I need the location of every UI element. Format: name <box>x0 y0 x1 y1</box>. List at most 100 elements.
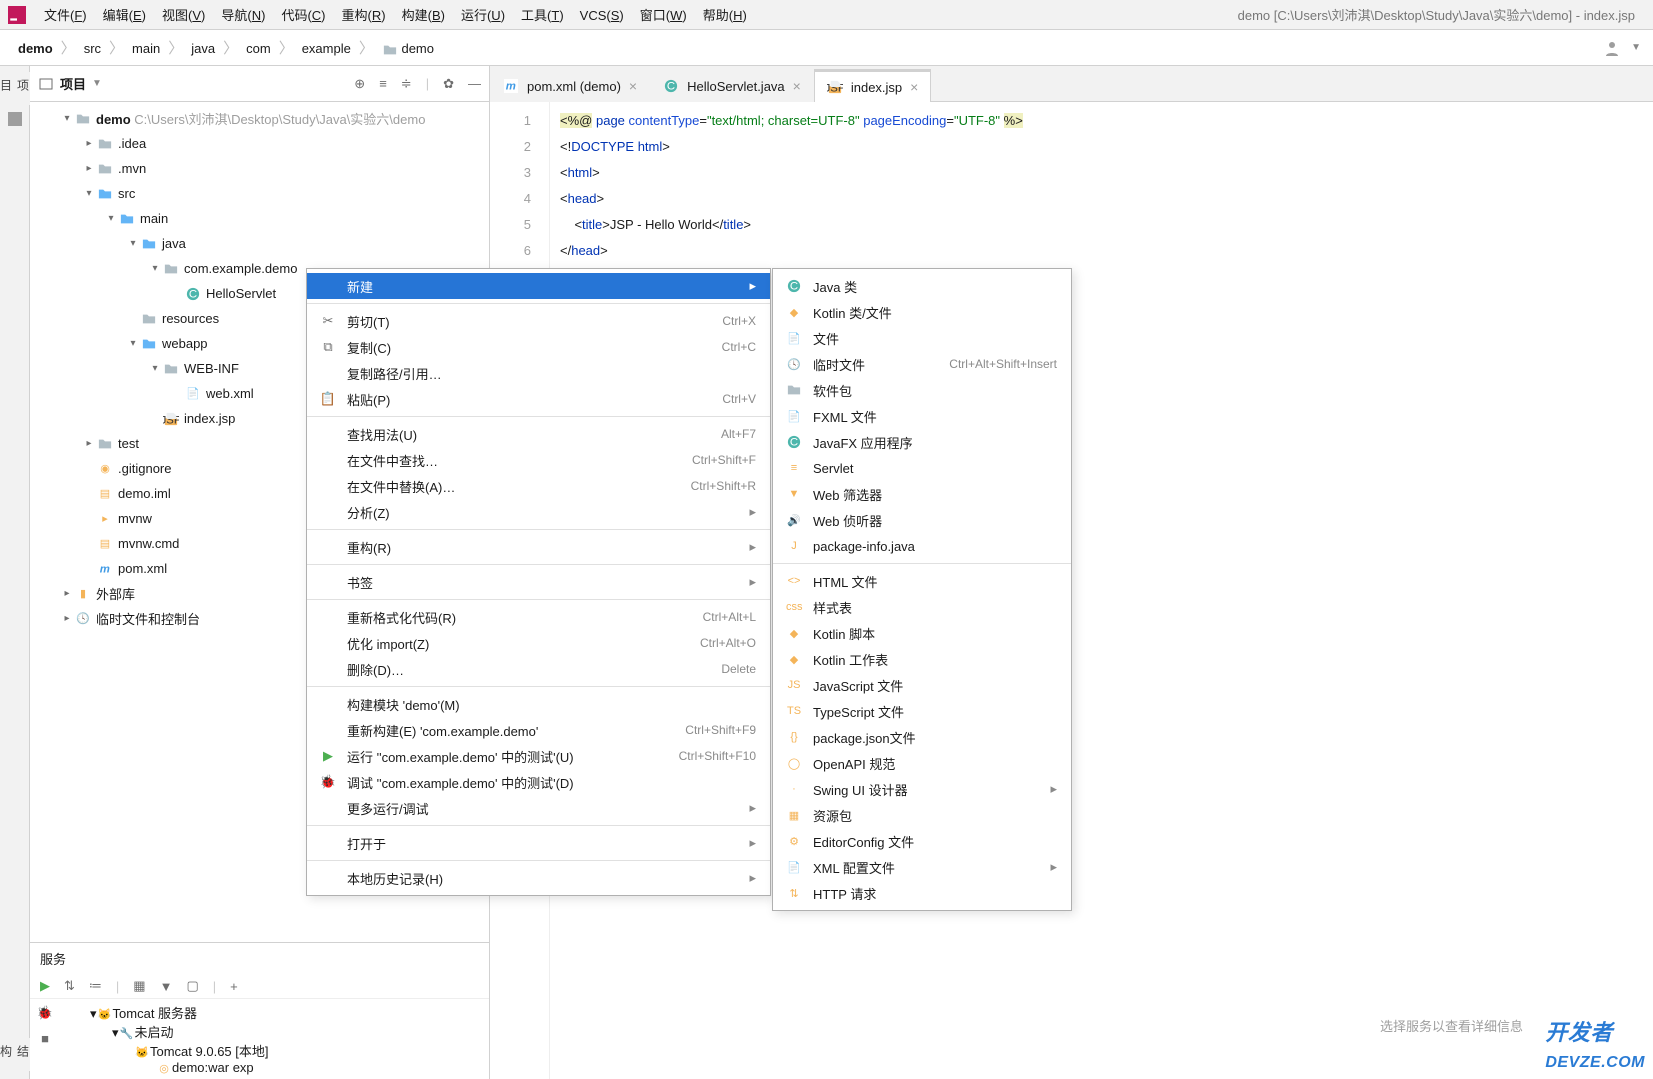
new-Web 筛选器[interactable]: ▼Web 筛选器 <box>773 481 1071 507</box>
new-临时文件[interactable]: 🕓临时文件Ctrl+Alt+Shift+Insert <box>773 351 1071 377</box>
expand-all-icon[interactable]: ≡ <box>379 76 387 91</box>
menu-代码[interactable]: 代码(C) <box>273 4 333 27</box>
tree-node-src[interactable]: ▾src <box>30 181 489 206</box>
crumb-demo[interactable]: demo <box>376 39 440 58</box>
ctx-分析(Z)[interactable]: 分析(Z)▸ <box>307 499 770 525</box>
close-icon[interactable]: × <box>910 79 918 95</box>
flat-view-icon[interactable]: ≔ <box>89 978 102 994</box>
ctx-新建[interactable]: 新建▸ <box>307 273 770 299</box>
ctx-剪切(T)[interactable]: ✂剪切(T)Ctrl+X <box>307 308 770 334</box>
tree-node-main[interactable]: ▾main <box>30 206 489 231</box>
tree-node-java[interactable]: ▾java <box>30 231 489 256</box>
new-HTTP 请求[interactable]: ⇅HTTP 请求 <box>773 880 1071 906</box>
tree-node-demo[interactable]: ▾demo C:\Users\刘沛淇\Desktop\Study\Java\实验… <box>30 106 489 131</box>
new-Kotlin 工作表[interactable]: ◆Kotlin 工作表 <box>773 646 1071 672</box>
tab-index.jsp[interactable]: index.jsp× <box>814 69 932 102</box>
add-icon[interactable]: + <box>230 979 238 994</box>
new-TypeScript 文件[interactable]: TSTypeScript 文件 <box>773 698 1071 724</box>
tree-node-.mvn[interactable]: ▸.mvn <box>30 156 489 181</box>
crumb-main[interactable]: main <box>126 39 166 58</box>
ctx-重新格式化代码(R)[interactable]: 重新格式化代码(R)Ctrl+Alt+L <box>307 604 770 630</box>
new-submenu[interactable]: Java 类◆Kotlin 类/文件📄文件🕓临时文件Ctrl+Alt+Shift… <box>772 268 1072 911</box>
new-EditorConfig 文件[interactable]: ⚙EditorConfig 文件 <box>773 828 1071 854</box>
hide-icon[interactable]: — <box>468 76 481 91</box>
menu-运行[interactable]: 运行(U) <box>453 4 513 27</box>
crumb-example[interactable]: example <box>296 39 357 58</box>
ctx-本地历史记录(H)[interactable]: 本地历史记录(H)▸ <box>307 865 770 891</box>
project-panel-title[interactable]: 项目 ▼ <box>38 74 102 93</box>
tab-HelloServlet.java[interactable]: HelloServlet.java× <box>650 69 814 102</box>
menu-重构[interactable]: 重构(R) <box>334 4 394 27</box>
tree-node-.idea[interactable]: ▸.idea <box>30 131 489 156</box>
ctx-构建模块 'demo'(M)[interactable]: 构建模块 'demo'(M) <box>307 691 770 717</box>
menu-编辑[interactable]: 编辑(E) <box>95 4 154 27</box>
ctx-重新构建(E) 'com.example.demo'[interactable]: 重新构建(E) 'com.example.demo'Ctrl+Shift+F9 <box>307 717 770 743</box>
new-package.json文件[interactable]: {}package.json文件 <box>773 724 1071 750</box>
tree-node-Tomcat 9.0.65[interactable]: 🐱Tomcat 9.0.65 [本地] <box>60 1041 489 1060</box>
crumb-demo[interactable]: demo <box>12 39 59 58</box>
bookmark-icon[interactable]: ▢ <box>186 978 198 994</box>
stop-icon[interactable]: ■ <box>41 1031 49 1046</box>
new-Java 类[interactable]: Java 类 <box>773 273 1071 299</box>
ctx-更多运行/调试[interactable]: 更多运行/调试▸ <box>307 795 770 821</box>
menu-文件[interactable]: 文件(F) <box>36 4 95 27</box>
ctx-在文件中查找…[interactable]: 在文件中查找…Ctrl+Shift+F <box>307 447 770 473</box>
new-Swing UI 设计器[interactable]: ·Swing UI 设计器▸ <box>773 776 1071 802</box>
new-JavaFX 应用程序[interactable]: JavaFX 应用程序 <box>773 429 1071 455</box>
new-HTML 文件[interactable]: <>HTML 文件 <box>773 568 1071 594</box>
new-样式表[interactable]: css样式表 <box>773 594 1071 620</box>
ctx-优化 import(Z)[interactable]: 优化 import(Z)Ctrl+Alt+O <box>307 630 770 656</box>
crumb-com[interactable]: com <box>240 39 277 58</box>
ctx-在文件中替换(A)…[interactable]: 在文件中替换(A)…Ctrl+Shift+R <box>307 473 770 499</box>
new-软件包[interactable]: 软件包 <box>773 377 1071 403</box>
new-Web 侦听器[interactable]: 🔊Web 侦听器 <box>773 507 1071 533</box>
new-Servlet[interactable]: ≡Servlet <box>773 455 1071 481</box>
ctx-打开于[interactable]: 打开于▸ <box>307 830 770 856</box>
bug-icon[interactable]: 🐞 <box>37 1005 53 1021</box>
crumb-src[interactable]: src <box>78 39 107 58</box>
menu-帮助[interactable]: 帮助(H) <box>695 4 755 27</box>
close-icon[interactable]: × <box>629 78 637 94</box>
ctx-运行 ''com.example.demo' 中的测试'(U)[interactable]: ▶运行 ''com.example.demo' 中的测试'(U)Ctrl+Shi… <box>307 743 770 769</box>
ctx-书签[interactable]: 书签▸ <box>307 569 770 595</box>
menu-视图[interactable]: 视图(V) <box>154 4 213 27</box>
locate-icon[interactable]: ⊕ <box>354 76 365 92</box>
new-FXML 文件[interactable]: 📄FXML 文件 <box>773 403 1071 429</box>
ctx-删除(D)…[interactable]: 删除(D)…Delete <box>307 656 770 682</box>
services-tree[interactable]: ▾🐱Tomcat 服务器▾🔧未启动 🐱Tomcat 9.0.65 [本地] ◎d… <box>60 999 489 1079</box>
collapse-all-icon[interactable]: ≑ <box>401 76 412 92</box>
ctx-查找用法(U)[interactable]: 查找用法(U)Alt+F7 <box>307 421 770 447</box>
menu-工具[interactable]: 工具(T) <box>513 4 572 27</box>
new-Kotlin 脚本[interactable]: ◆Kotlin 脚本 <box>773 620 1071 646</box>
ctx-粘贴(P)[interactable]: 📋粘贴(P)Ctrl+V <box>307 386 770 412</box>
ctx-复制(C)[interactable]: ⧉复制(C)Ctrl+C <box>307 334 770 360</box>
ctx-调试 ''com.example.demo' 中的测试'(D)[interactable]: 🐞调试 ''com.example.demo' 中的测试'(D) <box>307 769 770 795</box>
run-icon[interactable]: ▶ <box>40 978 50 994</box>
menu-构建[interactable]: 构建(B) <box>394 4 453 27</box>
settings-icon[interactable]: ✿ <box>443 76 454 92</box>
filter-icon[interactable]: ▼ <box>160 979 173 994</box>
tree-node-未启动[interactable]: ▾🔧未启动 <box>60 1022 489 1041</box>
tree-node-Tomcat 服务器[interactable]: ▾🐱Tomcat 服务器 <box>60 1003 489 1022</box>
ctx-复制路径/引用…[interactable]: 复制路径/引用… <box>307 360 770 386</box>
menu-导航[interactable]: 导航(N) <box>213 4 273 27</box>
crumb-java[interactable]: java <box>185 39 221 58</box>
menu-VCS[interactable]: VCS(S) <box>572 4 632 27</box>
services-title: 服务 <box>30 943 489 974</box>
new-OpenAPI 规范[interactable]: ◯OpenAPI 规范 <box>773 750 1071 776</box>
menu-窗口[interactable]: 窗口(W) <box>632 4 695 27</box>
context-menu[interactable]: 新建▸ ✂剪切(T)Ctrl+X⧉复制(C)Ctrl+C复制路径/引用…📋粘贴(P… <box>306 268 771 896</box>
tab-pom.xml (demo)[interactable]: pom.xml (demo)× <box>490 69 650 102</box>
new-文件[interactable]: 📄文件 <box>773 325 1071 351</box>
user-icon[interactable] <box>1603 39 1621 57</box>
group-icon[interactable]: ▦ <box>133 978 145 994</box>
new-XML 配置文件[interactable]: 📄XML 配置文件▸ <box>773 854 1071 880</box>
close-icon[interactable]: × <box>793 78 801 94</box>
tree-node-demo:war exp[interactable]: ◎demo:war exp <box>60 1060 489 1075</box>
new-Kotlin 类/文件[interactable]: ◆Kotlin 类/文件 <box>773 299 1071 325</box>
new-package-info.java[interactable]: Jpackage-info.java <box>773 533 1071 559</box>
new-资源包[interactable]: ▦资源包 <box>773 802 1071 828</box>
ctx-重构(R)[interactable]: 重构(R)▸ <box>307 534 770 560</box>
tree-view-icon[interactable]: ⇅ <box>64 978 75 994</box>
new-JavaScript 文件[interactable]: JSJavaScript 文件 <box>773 672 1071 698</box>
